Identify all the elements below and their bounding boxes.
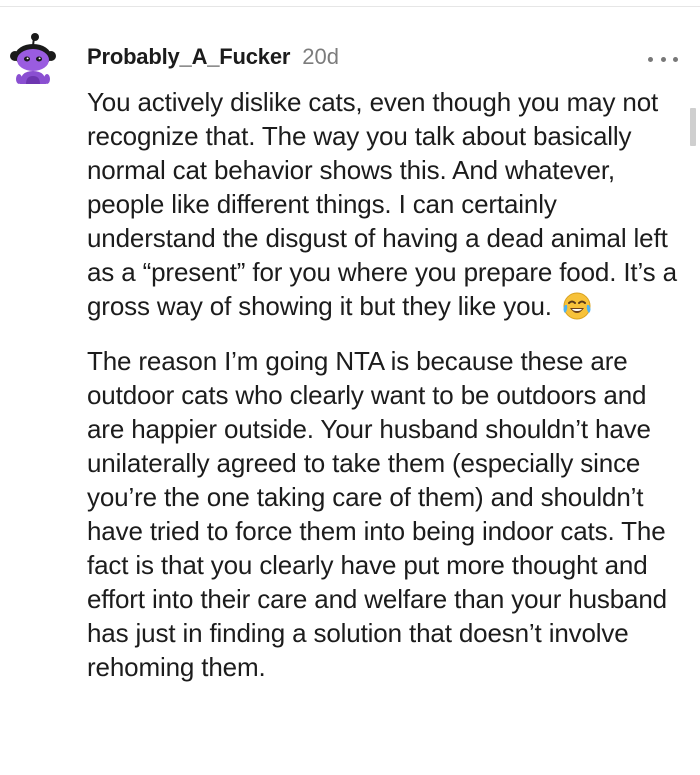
comment-paragraph-text: You actively dislike cats, even though y… bbox=[87, 87, 677, 321]
more-options-icon bbox=[648, 56, 653, 62]
comment-paragraph: You actively dislike cats, even though y… bbox=[87, 85, 687, 323]
comment-age: 20d bbox=[302, 44, 339, 69]
more-options-icon bbox=[673, 56, 678, 62]
snoo-avatar-icon bbox=[10, 33, 56, 84]
more-options-button[interactable] bbox=[648, 52, 678, 66]
scrollbar[interactable] bbox=[690, 108, 696, 146]
comment-paragraph: The reason I’m going NTA is because thes… bbox=[87, 344, 687, 684]
comment-body: You actively dislike cats, even though y… bbox=[87, 85, 687, 684]
comment-meta: Probably_A_Fucker 20d bbox=[87, 44, 339, 74]
more-options-icon bbox=[660, 56, 666, 62]
comment-card: Probably_A_Fucker 20d You actively disli… bbox=[0, 0, 700, 775]
username[interactable]: Probably_A_Fucker bbox=[87, 44, 290, 70]
avatar[interactable] bbox=[8, 32, 58, 87]
tears-of-joy-emoji bbox=[561, 291, 593, 321]
comment-paragraph-text: The reason I’m going NTA is because thes… bbox=[87, 346, 667, 682]
